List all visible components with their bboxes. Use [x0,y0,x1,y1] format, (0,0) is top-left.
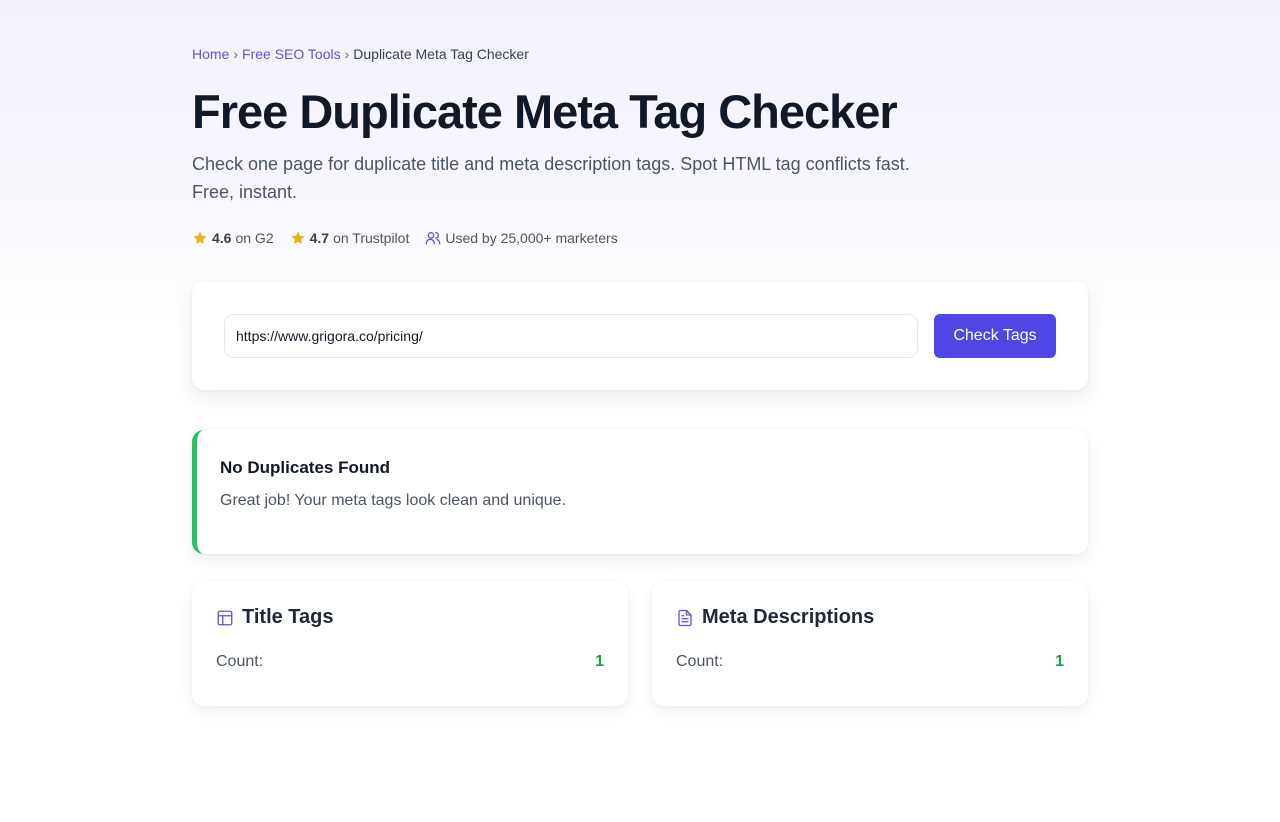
users-count: Used by 25,000+ marketers [425,230,618,246]
result-title: No Duplicates Found [220,458,390,477]
breadcrumb-home-link[interactable]: Home [192,46,229,62]
meta-descriptions-header: Meta Descriptions [676,606,874,629]
users-text: Used by 25,000+ marketers [445,230,618,246]
title-tags-count: 1 [595,653,604,670]
layout-icon [217,610,233,625]
star-icon [193,231,207,244]
g2-rating: 4.6 on G2 [192,230,274,246]
trustpilot-label: on Trustpilot [333,230,410,246]
ratings-bar: 4.6 on G2 4.7 on Trustpilot Used by 25,0… [192,230,634,246]
meta-descriptions-heading: Meta Descriptions [702,606,875,628]
g2-score: 4.6 [212,230,232,246]
breadcrumb-separator: › [344,46,350,62]
url-check-card: Check Tags [192,282,1088,390]
title-tags-card: Title Tags Count: 1 [192,582,628,706]
trustpilot-score: 4.7 [309,230,330,246]
breadcrumb-tools-link[interactable]: Free SEO Tools [242,46,341,62]
users-icon [426,232,441,245]
document-icon [678,609,692,626]
g2-label: on G2 [235,230,274,246]
result-card: No Duplicates Found Great job! Your meta… [192,430,1088,554]
star-icon [291,231,305,244]
breadcrumb-separator: › [233,46,239,62]
breadcrumb: Home › Free SEO Tools › Duplicate Meta Tag C… [192,46,529,62]
breadcrumb-current: Duplicate Meta Tag Checker [353,46,529,62]
title-tags-heading: Title Tags [242,606,334,628]
meta-descriptions-count-label: Count: [676,653,724,670]
url-input[interactable] [224,314,918,358]
title-tags-count-label: Count: [216,653,264,670]
meta-descriptions-card: Meta Descriptions Count: 1 [652,582,1088,706]
trustpilot-rating: 4.7 on Trustpilot [290,230,410,246]
page-title: Free Duplicate Meta Tag Checker [192,85,898,138]
result-message: Great job! Your meta tags look clean and… [220,492,567,509]
title-tags-header: Title Tags [216,606,334,629]
meta-descriptions-count: 1 [1055,653,1064,670]
page-subtitle: Check one page for duplicate title and m… [192,154,910,202]
check-tags-button[interactable]: Check Tags [934,314,1056,358]
